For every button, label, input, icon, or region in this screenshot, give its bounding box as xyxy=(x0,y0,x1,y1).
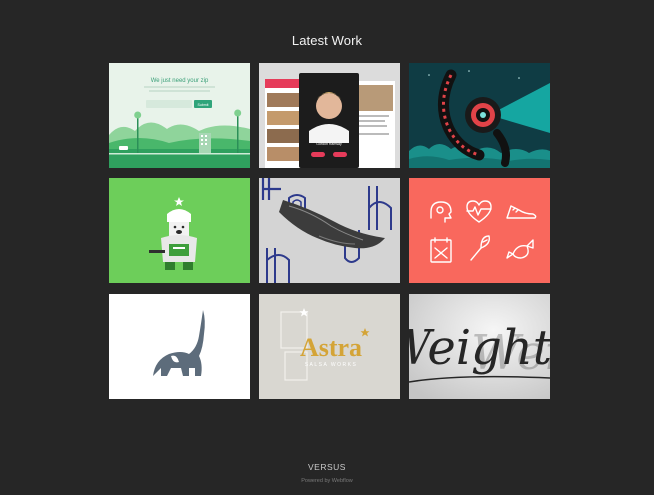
portfolio-grid: We just need your zip Submit Gordon Rams… xyxy=(109,63,550,399)
script-word: Weight xyxy=(409,320,550,376)
chef-name: Gordon Ramsay xyxy=(316,142,342,146)
landing-heading: We just need your zip xyxy=(151,78,209,84)
hands-lettering-collage xyxy=(259,178,400,283)
chef-app-mockup: Gordon Ramsay xyxy=(259,63,400,168)
portfolio-tile-astronaut-dog[interactable] xyxy=(109,178,250,283)
lifestyle-icon-set xyxy=(409,178,550,283)
page-title: Latest Work xyxy=(291,33,363,48)
portfolio-tile-astra-logo[interactable]: Astra SALSA WORKS xyxy=(259,294,400,399)
astra-wordmark: Astra xyxy=(300,333,362,362)
portfolio-tile-script-lettering[interactable]: Weight Weight xyxy=(409,294,550,399)
portfolio-tile-elephant-logo[interactable] xyxy=(109,294,250,399)
portfolio-tile-icon-set[interactable] xyxy=(409,178,550,283)
portfolio-tile-landing-page[interactable]: We just need your zip Submit xyxy=(109,63,250,168)
astra-tagline: SALSA WORKS xyxy=(305,362,358,368)
astronaut-dog-illustration xyxy=(109,178,250,283)
portfolio-tile-tentacle-robot[interactable] xyxy=(409,63,550,168)
script-lettering: Weight Weight xyxy=(409,294,550,399)
landing-page-illustration: We just need your zip Submit xyxy=(109,63,250,168)
elephant-logo xyxy=(109,294,250,399)
landing-submit-button: Submit xyxy=(198,103,209,107)
footer-powered-by[interactable]: Powered by Webflow xyxy=(0,478,654,484)
portfolio-tile-hands-collage[interactable] xyxy=(259,178,400,283)
astra-logo: Astra SALSA WORKS xyxy=(259,294,400,399)
tentacle-robot-illustration xyxy=(409,63,550,168)
portfolio-tile-chef-app[interactable]: Gordon Ramsay xyxy=(259,63,400,168)
footer-brand[interactable]: VERSUS xyxy=(0,462,654,472)
